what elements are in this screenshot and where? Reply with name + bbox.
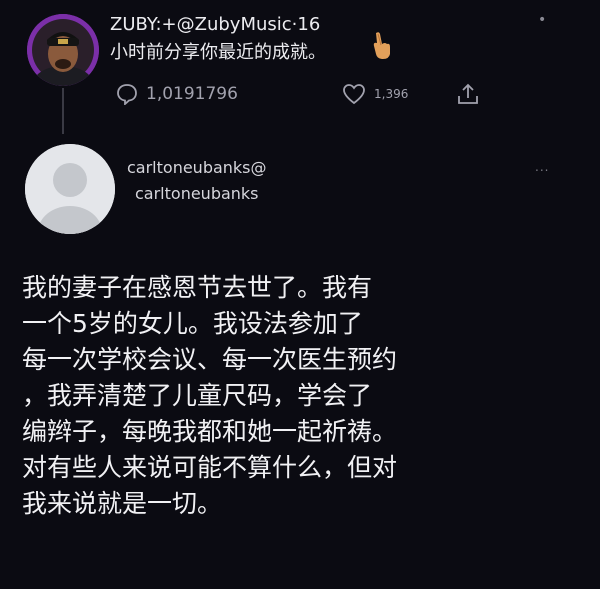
user-handle[interactable]: carltoneubanks bbox=[135, 184, 259, 203]
share-button[interactable] bbox=[456, 82, 480, 106]
like-button[interactable]: 1,396 bbox=[342, 82, 408, 106]
speech-bubble-icon bbox=[116, 83, 138, 105]
tweet-body-line: 一个5岁的女儿。我设法参加了 bbox=[22, 309, 363, 338]
tweet-body-line: 对有些人来说可能不算什么，但对 bbox=[22, 453, 398, 482]
tweet-body-line: 编辫子，每晚我都和她一起祈祷。 bbox=[22, 417, 398, 446]
more-options-button[interactable]: • bbox=[538, 12, 547, 28]
original-tweet: ZUBY:+@ZubyMusic·16 小时前分享你最近的成就。 • 1,019… bbox=[0, 0, 600, 134]
reply-button[interactable]: 1,0191796 bbox=[116, 82, 238, 106]
share-icon bbox=[456, 82, 480, 106]
tweet-header[interactable]: ZUBY:+@ZubyMusic·16 bbox=[110, 14, 320, 35]
display-name[interactable]: carltoneubanks@ bbox=[127, 158, 267, 177]
heart-icon bbox=[342, 83, 366, 105]
reply-count: 1,0191796 bbox=[146, 84, 238, 104]
tweet-text: 小时前分享你最近的成就。 bbox=[110, 42, 326, 63]
pointing-finger-icon bbox=[370, 30, 392, 60]
tweet-body-line: ，我弄清楚了儿童尺码，学会了 bbox=[22, 381, 373, 410]
more-options-button[interactable]: ... bbox=[535, 160, 549, 174]
tweet-body-line: 我的妻子在感恩节去世了。我有 bbox=[22, 273, 373, 302]
tweet-body-line: 每一次学校会议、每一次医生预约 bbox=[22, 345, 398, 374]
avatar[interactable] bbox=[27, 14, 99, 86]
tweet-body-line: 我来说就是一切。 bbox=[22, 489, 223, 518]
reply-tweet: carltoneubanks@ carltoneubanks ... 我的妻子在… bbox=[0, 120, 600, 589]
default-avatar-icon[interactable] bbox=[25, 144, 115, 234]
tweet-body: 我的妻子在感恩节去世了。我有 一个5岁的女儿。我设法参加了 每一次学校会议、每一… bbox=[22, 270, 582, 522]
like-count: 1,396 bbox=[374, 87, 409, 101]
tweet-actions: 1,0191796 1,396 bbox=[116, 82, 496, 106]
